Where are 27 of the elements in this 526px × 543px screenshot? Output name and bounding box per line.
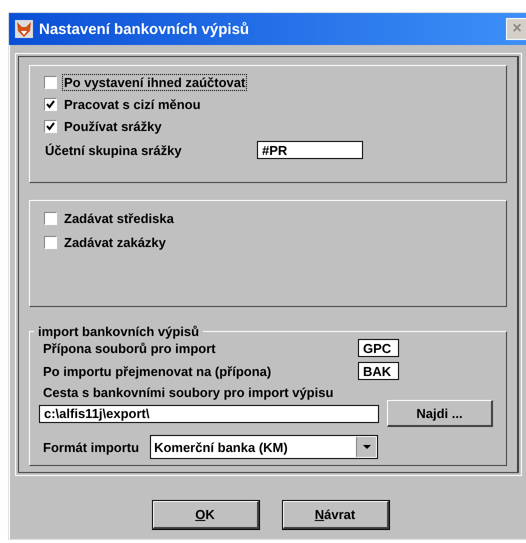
checkbox[interactable] <box>44 98 57 111</box>
checkbox-label: Zadávat zakázky <box>63 235 167 250</box>
checkbox-label: Po vystavení ihned zaúčtovat <box>63 75 246 90</box>
find-button[interactable]: Najdi ... <box>387 400 493 427</box>
field-label: Formát importu <box>42 440 140 454</box>
caret-icon <box>356 437 376 457</box>
window-title: Nastavení bankovních výpisů <box>39 20 250 38</box>
checkbox-label: Pracovat s cizí měnou <box>63 97 202 112</box>
checkbox[interactable] <box>44 120 57 133</box>
checkbox[interactable] <box>44 212 57 225</box>
input-field[interactable]: c:\alfis11j\export\ <box>39 404 379 422</box>
fox-icon <box>15 20 33 38</box>
field-label: Účetní skupina srážky <box>44 142 183 158</box>
input-field[interactable]: GPC <box>358 339 399 357</box>
field-label: Přípona souborů pro import <box>42 340 217 356</box>
input-field[interactable]: BAK <box>358 362 399 380</box>
checkbox-label: Zadávat střediska <box>63 211 175 226</box>
field-label: Po importu přejmenovat na (přípona) <box>42 364 272 378</box>
group-title: import bankovních výpisů <box>37 324 200 339</box>
field-label: Cesta s bankovními soubory pro import výpisu <box>42 385 334 400</box>
checkbox[interactable] <box>44 236 57 249</box>
format-dropdown[interactable]: Komerční banka (KM) <box>150 435 378 459</box>
dialog-button[interactable]: Návrat <box>282 501 388 529</box>
input-field[interactable]: #PR <box>257 141 363 159</box>
checkbox-label: Používat srážky <box>63 119 163 134</box>
dialog-button[interactable]: OK <box>152 501 258 529</box>
checkbox[interactable] <box>44 76 57 89</box>
